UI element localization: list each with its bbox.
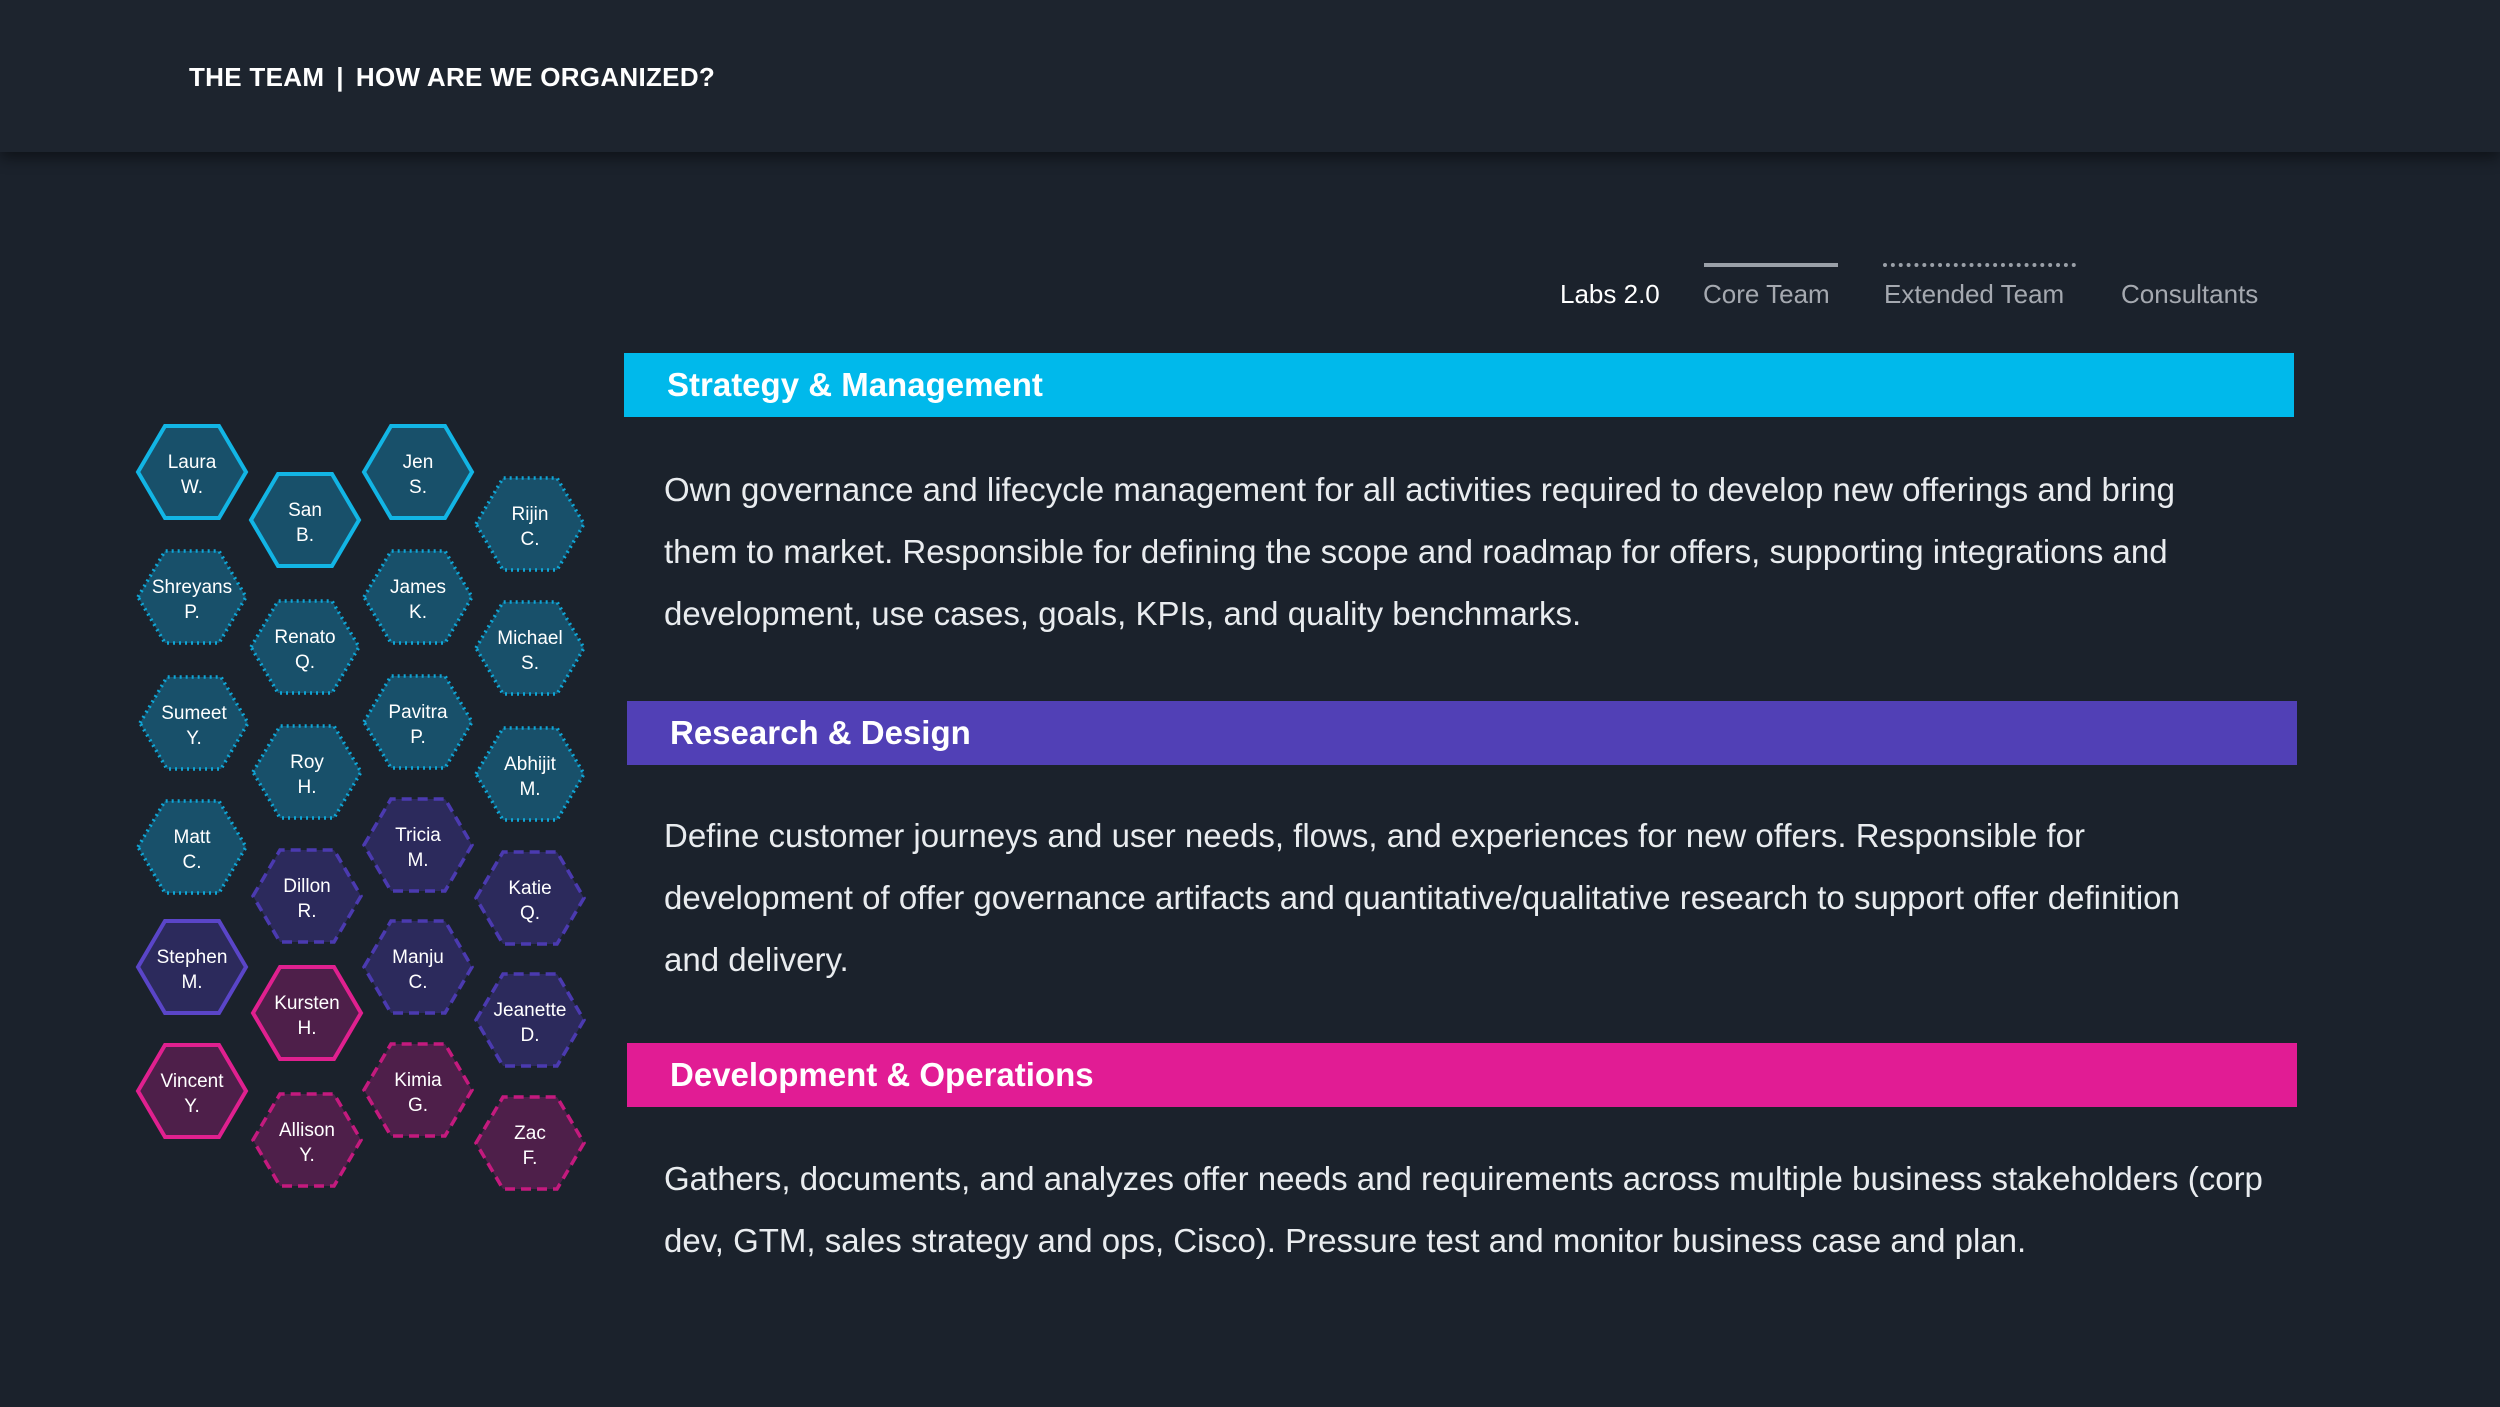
team-member-hex: Abhijit M. — [473, 726, 587, 822]
section-research-title: Research & Design — [670, 714, 971, 751]
section-development-description: Gathers, documents, and analyzes offer n… — [664, 1148, 2324, 1272]
section-strategy-title: Strategy & Management — [667, 366, 1043, 403]
team-member-last-initial: R. — [298, 901, 317, 922]
section-development-title: Development & Operations — [670, 1056, 1094, 1093]
team-member-hex: Kursten H. — [250, 965, 364, 1061]
team-member-last-initial: C. — [409, 972, 428, 993]
team-member-last-initial: Q. — [295, 652, 315, 673]
team-member-first-name: Pavitra — [388, 702, 448, 723]
team-member-hex: Katie Q. — [473, 850, 587, 946]
team-member-first-name: James — [390, 577, 446, 598]
team-member-hex: Jeanette D. — [473, 972, 587, 1068]
team-member-hex: Tricia M. — [361, 797, 475, 893]
team-member-last-initial: S. — [521, 653, 539, 674]
team-member-hex: Sumeet Y. — [137, 675, 251, 771]
team-member-last-initial: F. — [523, 1148, 538, 1169]
team-member-hex: Zac F. — [473, 1095, 587, 1191]
legend-label-consultants: Consultants — [2121, 279, 2259, 309]
team-member-last-initial: P. — [184, 602, 200, 623]
team-member-last-initial: H. — [298, 777, 317, 798]
team-member-first-name: Shreyans — [152, 577, 232, 598]
team-member-hex: Dillon R. — [250, 848, 364, 944]
team-member-last-initial: W. — [181, 477, 203, 498]
team-member-last-initial: Y. — [299, 1145, 315, 1166]
team-member-last-initial: Y. — [186, 728, 202, 749]
team-member-hex: Pavitra P. — [361, 674, 475, 770]
team-member-first-name: Abhijit — [504, 754, 556, 775]
team-member-hex: Allison Y. — [250, 1092, 364, 1188]
legend-line-dotted — [1883, 263, 2076, 267]
team-member-hex: Manju C. — [361, 919, 475, 1015]
section-research-line: and delivery. — [664, 941, 849, 978]
section-research-line: Define customer journeys and user needs,… — [664, 817, 2085, 854]
section-strategy-line: development, use cases, goals, KPIs, and… — [664, 595, 1582, 632]
team-member-hex: James K. — [361, 549, 475, 645]
team-member-last-initial: M. — [407, 850, 428, 871]
team-member-first-name: Michael — [497, 628, 562, 649]
section-research-description: Define customer journeys and user needs,… — [664, 805, 2324, 991]
team-member-last-initial: D. — [521, 1025, 540, 1046]
team-member-first-name: Roy — [290, 752, 324, 773]
team-member-first-name: Zac — [514, 1123, 546, 1144]
team-member-hex: Roy H. — [250, 724, 364, 820]
legend-label-core-team: Core Team — [1703, 279, 1830, 309]
team-member-first-name: Kursten — [274, 993, 339, 1014]
team-member-last-initial: G. — [408, 1095, 428, 1116]
section-strategy-line: them to market. Responsible for defining… — [664, 533, 2168, 570]
team-member-hex: Michael S. — [473, 600, 587, 696]
section-research-band: Research & Design — [627, 701, 2297, 765]
section-development-line: dev, GTM, sales strategy and ops, Cisco)… — [664, 1222, 2027, 1259]
team-member-first-name: Manju — [392, 947, 444, 968]
team-member-hex: Stephen M. — [135, 919, 249, 1015]
team-member-last-initial: Q. — [520, 903, 540, 924]
team-member-last-initial: M. — [181, 972, 202, 993]
team-member-first-name: Laura — [168, 452, 217, 473]
section-strategy-band: Strategy & Management — [624, 353, 2294, 417]
team-member-first-name: Jen — [403, 452, 434, 473]
team-member-first-name: Renato — [274, 627, 335, 648]
team-member-first-name: Kimia — [394, 1070, 442, 1091]
team-member-first-name: Sumeet — [161, 703, 227, 724]
team-member-hex: San B. — [248, 472, 362, 568]
team-member-first-name: San — [288, 500, 322, 521]
section-development-line: Gathers, documents, and analyzes offer n… — [664, 1160, 2263, 1197]
team-member-hex: Renato Q. — [248, 599, 362, 695]
section-research-line: development of offer governance artifact… — [664, 879, 2180, 916]
team-member-last-initial: C. — [183, 852, 202, 873]
team-member-last-initial: C. — [521, 529, 540, 550]
team-hex-grid: Laura W. San B. Jen S. Rijin C. Shreyans P. Renato… — [135, 424, 587, 1191]
section-strategy-line: Own governance and lifecycle management … — [664, 471, 2175, 508]
team-member-last-initial: B. — [296, 525, 314, 546]
section-development-band: Development & Operations — [627, 1043, 2297, 1107]
legend-title: Labs 2.0 — [1560, 279, 1660, 309]
team-member-last-initial: Y. — [184, 1096, 200, 1117]
team-member-first-name: Katie — [508, 878, 551, 899]
team-member-first-name: Rijin — [512, 504, 549, 525]
team-member-last-initial: H. — [298, 1018, 317, 1039]
team-member-last-initial: M. — [519, 779, 540, 800]
team-member-hex: Kimia G. — [361, 1042, 475, 1138]
team-member-first-name: Allison — [279, 1120, 335, 1141]
team-member-hex: Shreyans P. — [135, 549, 249, 645]
legend-line-solid — [1704, 263, 1838, 267]
team-member-hex: Laura W. — [135, 424, 249, 520]
team-member-last-initial: S. — [409, 477, 427, 498]
team-member-last-initial: K. — [409, 602, 427, 623]
team-member-hex: Jen S. — [361, 424, 475, 520]
team-member-first-name: Tricia — [395, 825, 441, 846]
team-member-first-name: Matt — [174, 827, 212, 848]
team-member-first-name: Stephen — [157, 947, 228, 968]
section-strategy-description: Own governance and lifecycle management … — [664, 459, 2324, 645]
team-member-first-name: Jeanette — [494, 1000, 567, 1021]
team-member-hex: Matt C. — [135, 799, 249, 895]
team-member-hex: Rijin C. — [473, 476, 587, 572]
legend-label-extended-team: Extended Team — [1884, 279, 2065, 309]
team-member-first-name: Vincent — [160, 1071, 224, 1092]
team-member-hex: Vincent Y. — [135, 1043, 249, 1139]
team-member-last-initial: P. — [410, 727, 426, 748]
team-member-first-name: Dillon — [283, 876, 331, 897]
